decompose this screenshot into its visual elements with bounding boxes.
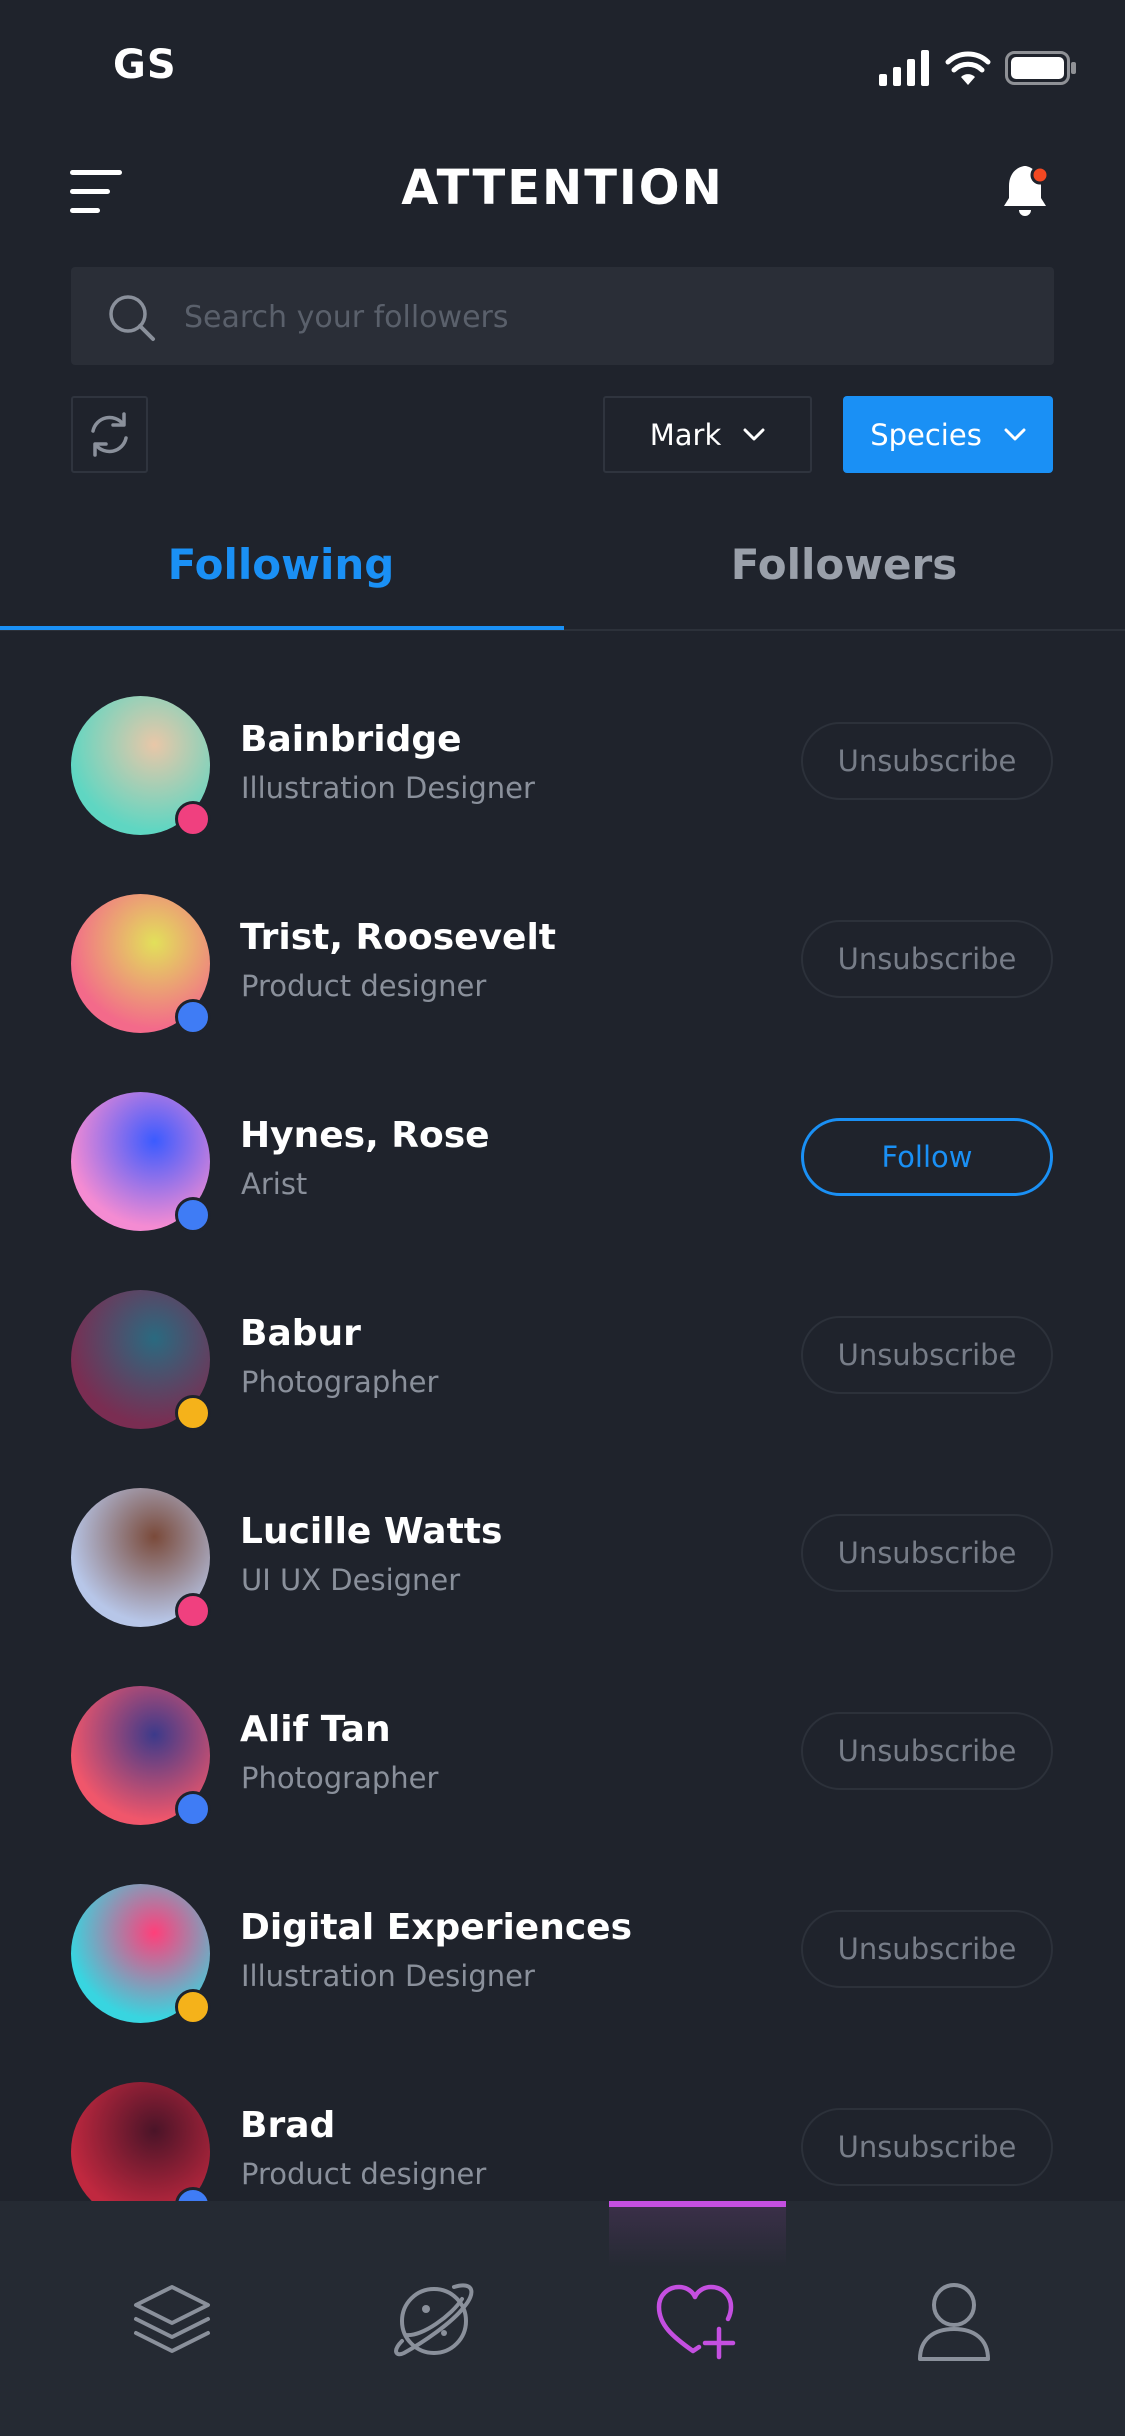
user-name: Babur <box>240 1313 361 1354</box>
list-item[interactable]: Digital Experiences Illustration Designer… <box>0 1819 1125 2025</box>
user-name: Brad <box>240 2105 336 2146</box>
list-item[interactable]: Trist, Roosevelt Product designer Unsubscr… <box>0 829 1125 1035</box>
user-role: Photographer <box>241 1761 439 1795</box>
mark-dropdown[interactable]: Mark <box>603 396 812 473</box>
user-name: Alif Tan <box>240 1709 391 1750</box>
bottom-nav <box>0 2201 1125 2436</box>
planet-icon <box>394 2283 474 2357</box>
nav-active-indicator <box>609 2201 786 2207</box>
nav-item-profile[interactable] <box>889 2256 1019 2386</box>
search-bar <box>71 267 1054 365</box>
user-list: Bainbridge Illustration Designer Unsubscri… <box>0 631 1125 2201</box>
user-role: Arist <box>241 1167 308 1201</box>
user-name: Hynes, Rose <box>240 1115 490 1156</box>
species-dropdown-label: Species <box>870 417 982 452</box>
nav-item-follow[interactable] <box>631 2256 761 2386</box>
layers-icon <box>134 2285 210 2353</box>
species-dropdown[interactable]: Species <box>843 396 1053 473</box>
carrier-label: GS <box>113 42 177 88</box>
chevron-down-icon <box>1004 428 1026 440</box>
unsubscribe-button[interactable]: Unsubscribe <box>801 2108 1053 2186</box>
refresh-button[interactable] <box>71 396 148 473</box>
tab-followers[interactable]: Followers <box>563 540 1125 589</box>
chevron-down-icon <box>743 428 765 440</box>
list-item[interactable]: Bainbridge Illustration Designer Unsubscri… <box>0 631 1125 837</box>
nav-item-discover[interactable] <box>369 2256 499 2386</box>
tab-active-indicator <box>0 626 564 630</box>
list-item[interactable]: Hynes, Rose Arist Follow <box>0 1027 1125 1233</box>
avatar[interactable] <box>71 2082 210 2201</box>
unsubscribe-button[interactable]: Unsubscribe <box>801 722 1053 800</box>
page-title: ATTENTION <box>401 160 724 216</box>
unsubscribe-button[interactable]: Unsubscribe <box>801 1712 1053 1790</box>
unsubscribe-button[interactable]: Unsubscribe <box>801 1514 1053 1592</box>
list-item[interactable]: Babur Photographer Unsubscribe <box>0 1225 1125 1431</box>
user-role: Photographer <box>241 1365 439 1399</box>
notification-bell-icon[interactable] <box>1002 160 1052 220</box>
unsubscribe-button[interactable]: Unsubscribe <box>801 1316 1053 1394</box>
user-role: Product designer <box>241 2157 487 2191</box>
user-role: Illustration Designer <box>241 1959 535 1993</box>
list-item[interactable]: Alif Tan Photographer Unsubscribe <box>0 1621 1125 1827</box>
user-role: Illustration Designer <box>241 771 535 805</box>
mark-dropdown-label: Mark <box>649 417 722 452</box>
user-name: Lucille Watts <box>240 1511 503 1552</box>
user-name: Bainbridge <box>240 719 462 760</box>
heart-plus-icon <box>656 2284 736 2360</box>
profile-icon <box>918 2283 990 2361</box>
tab-following[interactable]: Following <box>0 540 562 589</box>
unsubscribe-button[interactable]: Unsubscribe <box>801 920 1053 998</box>
search-input[interactable] <box>182 291 1006 343</box>
signal-icon <box>879 50 929 86</box>
unsubscribe-button[interactable]: Unsubscribe <box>801 1910 1053 1988</box>
nav-item-layers[interactable] <box>107 2256 237 2386</box>
user-name: Trist, Roosevelt <box>240 917 557 958</box>
search-icon <box>109 295 155 341</box>
wifi-icon <box>945 51 991 85</box>
user-role: UI UX Designer <box>241 1563 461 1597</box>
refresh-icon <box>91 412 128 457</box>
list-item[interactable]: Lucille Watts UI UX Designer Unsubscribe <box>0 1423 1125 1629</box>
status-icons <box>879 50 1077 86</box>
user-role: Product designer <box>241 969 487 1003</box>
battery-icon <box>1005 51 1076 85</box>
user-name: Digital Experiences <box>240 1907 633 1948</box>
list-item[interactable]: Brad Product designer Unsubscribe <box>0 2017 1125 2201</box>
follow-button[interactable]: Follow <box>801 1118 1053 1196</box>
